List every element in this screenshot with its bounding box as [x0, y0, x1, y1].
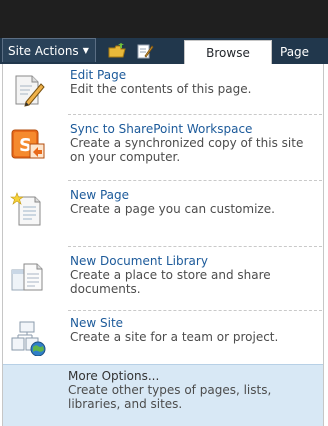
document-library-icon — [11, 263, 43, 291]
divider — [68, 114, 322, 115]
divider — [68, 180, 322, 181]
menu-item-title: New Site — [70, 316, 124, 330]
menu-item-new-document-library[interactable]: New Document Library Create a place to s… — [2, 250, 328, 306]
menu-item-title: Sync to SharePoint Workspace — [70, 122, 253, 136]
tab-page[interactable]: Page — [280, 40, 309, 64]
menu-item-title: More Options... — [68, 369, 160, 383]
edit-icon[interactable] — [136, 43, 154, 59]
menu-item-title: New Page — [70, 188, 130, 202]
menu-item-description: Create a site for a team or project. — [70, 330, 279, 344]
menu-item-title: New Document Library — [70, 254, 208, 268]
folder-up-icon[interactable] — [108, 43, 126, 59]
divider — [68, 310, 322, 311]
sharepoint-workspace-icon: S — [11, 129, 45, 159]
menu-item-more-options[interactable]: More Options... Create other types of pa… — [3, 364, 323, 426]
menu-item-description: Create a page you can customize. — [70, 202, 275, 216]
top-bar — [0, 0, 328, 38]
chevron-down-icon: ▼ — [82, 45, 89, 55]
site-actions-label: Site Actions — [8, 43, 79, 58]
divider — [68, 246, 322, 247]
new-page-icon — [10, 192, 41, 226]
menu-item-new-page[interactable]: New Page Create a page you can customize… — [2, 184, 328, 242]
edit-page-icon — [15, 75, 45, 107]
new-site-icon — [11, 321, 46, 356]
menu-item-description: Create a synchronized copy of this site … — [70, 136, 304, 164]
menu-item-title: Edit Page — [70, 68, 127, 82]
menu-item-description: Edit the contents of this page. — [70, 82, 252, 96]
menu-item-description: Create other types of pages, lists, libr… — [68, 383, 272, 411]
menu-item-edit-page[interactable]: Edit Page Edit the contents of this page… — [2, 64, 328, 116]
tab-browse[interactable]: Browse — [184, 40, 272, 64]
menu-item-new-site[interactable]: New Site Create a site for a team or pro… — [2, 312, 328, 364]
menu-item-description: Create a place to store and share docume… — [70, 268, 271, 296]
menu-item-sync-workspace[interactable]: S Sync to SharePoint Workspace Create a … — [2, 118, 328, 176]
site-actions-button[interactable]: Site Actions ▼ — [2, 38, 96, 62]
